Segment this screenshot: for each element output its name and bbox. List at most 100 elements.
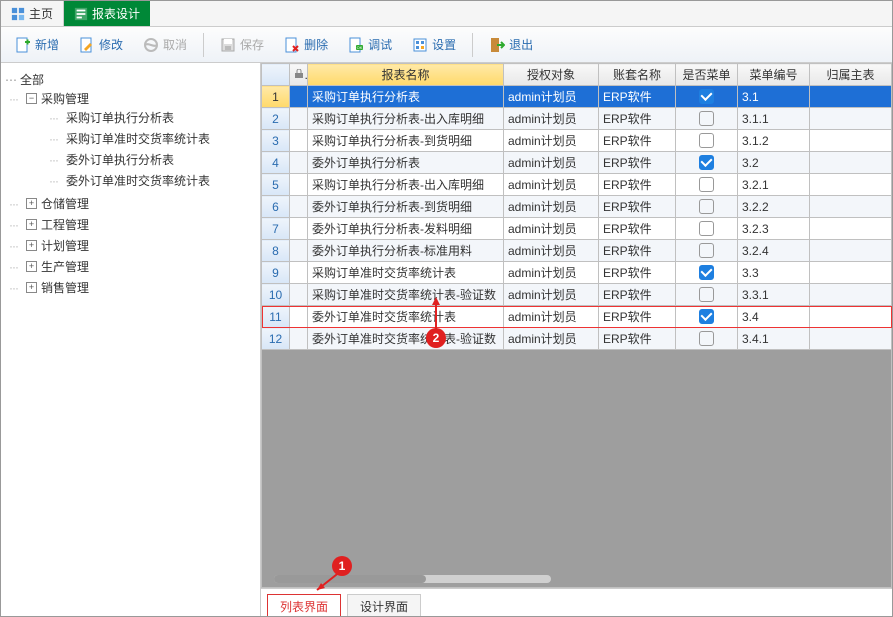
table-row[interactable]: 2采购订单执行分析表-出入库明细admin计划员ERP软件3.1.1 xyxy=(262,108,892,130)
cell-parent xyxy=(810,284,892,306)
cell-is-menu[interactable] xyxy=(676,174,738,196)
cell-parent xyxy=(810,240,892,262)
col-lock[interactable] xyxy=(290,64,308,86)
tree-leaf[interactable]: 采购订单准时交货率统计表 xyxy=(49,130,256,147)
row-number: 6 xyxy=(262,196,290,218)
col-is-menu[interactable]: 是否菜单 xyxy=(676,64,738,86)
checkbox-icon[interactable] xyxy=(699,177,714,192)
col-account[interactable]: 账套名称 xyxy=(599,64,676,86)
table-row[interactable]: 1采购订单执行分析表admin计划员ERP软件3.1 xyxy=(262,86,892,108)
table-row[interactable]: 8委外订单执行分析表-标准用料admin计划员ERP软件3.2.4 xyxy=(262,240,892,262)
expand-icon[interactable]: + xyxy=(26,198,37,209)
col-menu-code[interactable]: 菜单编号 xyxy=(738,64,810,86)
tree-root[interactable]: ⋯ 全部 xyxy=(5,71,256,88)
tree-node[interactable]: +计划管理 xyxy=(9,237,256,254)
tree-node[interactable]: + 仓储管理 xyxy=(9,195,256,212)
tree-leaf[interactable]: 采购订单执行分析表 xyxy=(49,109,256,126)
cell-name[interactable]: 委外订单执行分析表-发料明细 xyxy=(308,218,504,240)
cell-name[interactable]: 采购订单执行分析表-出入库明细 xyxy=(308,174,504,196)
cell-code: 3.4 xyxy=(738,306,810,328)
col-auth[interactable]: 授权对象 xyxy=(504,64,599,86)
cell-is-menu[interactable] xyxy=(676,86,738,108)
settings-button[interactable]: 设置 xyxy=(404,32,464,57)
checkbox-icon[interactable] xyxy=(699,331,714,346)
tree-leaf[interactable]: 委外订单准时交货率统计表 xyxy=(49,172,256,189)
row-number: 7 xyxy=(262,218,290,240)
cell-parent xyxy=(810,306,892,328)
cell-name[interactable]: 采购订单准时交货率统计表 xyxy=(308,262,504,284)
cell-is-menu[interactable] xyxy=(676,130,738,152)
table-row[interactable]: 10采购订单准时交货率统计表-验证数admin计划员ERP软件3.3.1 xyxy=(262,284,892,306)
tree-leaf[interactable]: 委外订单执行分析表 xyxy=(49,151,256,168)
cell-is-menu[interactable] xyxy=(676,262,738,284)
tab-list-view[interactable]: 列表界面 xyxy=(267,594,341,617)
tab-home[interactable]: 主页 xyxy=(1,1,64,26)
cell-acct: ERP软件 xyxy=(599,262,676,284)
cell-code: 3.4.1 xyxy=(738,328,810,350)
tree-node-procurement[interactable]: − 采购管理 xyxy=(9,90,256,107)
row-lock-cell xyxy=(290,218,308,240)
cell-name[interactable]: 采购订单执行分析表-到货明细 xyxy=(308,130,504,152)
checkbox-icon[interactable] xyxy=(699,155,714,170)
expand-icon[interactable]: + xyxy=(26,282,37,293)
col-report-name[interactable]: 报表名称 xyxy=(308,64,504,86)
debug-button[interactable]: OK 调试 xyxy=(340,32,400,57)
cell-is-menu[interactable] xyxy=(676,306,738,328)
checkbox-icon[interactable] xyxy=(699,287,714,302)
tree-label: 仓储管理 xyxy=(41,195,89,212)
home-icon xyxy=(11,7,25,21)
delete-button[interactable]: 删除 xyxy=(276,32,336,57)
cell-is-menu[interactable] xyxy=(676,240,738,262)
cell-is-menu[interactable] xyxy=(676,328,738,350)
cell-is-menu[interactable] xyxy=(676,284,738,306)
table-row[interactable]: 5采购订单执行分析表-出入库明细admin计划员ERP软件3.2.1 xyxy=(262,174,892,196)
expand-icon[interactable]: + xyxy=(26,219,37,230)
expand-icon[interactable]: + xyxy=(26,261,37,272)
table-row[interactable]: 6委外订单执行分析表-到货明细admin计划员ERP软件3.2.2 xyxy=(262,196,892,218)
cell-is-menu[interactable] xyxy=(676,108,738,130)
report-grid[interactable]: 报表名称 授权对象 账套名称 是否菜单 菜单编号 归属主表 1采购订单执行分析表… xyxy=(261,63,892,350)
edit-button[interactable]: 修改 xyxy=(71,32,131,57)
col-rownum[interactable] xyxy=(262,64,290,86)
cell-is-menu[interactable] xyxy=(676,196,738,218)
checkbox-icon[interactable] xyxy=(699,265,714,280)
row-lock-cell xyxy=(290,284,308,306)
checkbox-icon[interactable] xyxy=(699,309,714,324)
tree-node[interactable]: +工程管理 xyxy=(9,216,256,233)
checkbox-icon[interactable] xyxy=(699,221,714,236)
col-parent[interactable]: 归属主表 xyxy=(810,64,892,86)
checkbox-icon[interactable] xyxy=(699,243,714,258)
checkbox-icon[interactable] xyxy=(699,111,714,126)
table-row[interactable]: 9采购订单准时交货率统计表admin计划员ERP软件3.3 xyxy=(262,262,892,284)
table-row[interactable]: 12委外订单准时交货率统计表-验证数admin计划员ERP软件3.4.1 xyxy=(262,328,892,350)
collapse-icon[interactable]: − xyxy=(26,93,37,104)
cell-name[interactable]: 采购订单执行分析表 xyxy=(308,86,504,108)
table-row[interactable]: 7委外订单执行分析表-发料明细admin计划员ERP软件3.2.3 xyxy=(262,218,892,240)
cell-name[interactable]: 采购订单执行分析表-出入库明细 xyxy=(308,108,504,130)
toolbar: 新增 修改 取消 保存 删除 OK 调试 设置 退出 xyxy=(1,27,892,63)
cell-name[interactable]: 委外订单执行分析表-到货明细 xyxy=(308,196,504,218)
cell-name[interactable]: 委外订单执行分析表 xyxy=(308,152,504,174)
exit-button[interactable]: 退出 xyxy=(481,32,541,57)
cell-name[interactable]: 委外订单执行分析表-标准用料 xyxy=(308,240,504,262)
cell-name[interactable]: 委外订单准时交货率统计表 xyxy=(308,306,504,328)
cell-name[interactable]: 委外订单准时交货率统计表-验证数 xyxy=(308,328,504,350)
tree-node[interactable]: +生产管理 xyxy=(9,258,256,275)
new-button[interactable]: 新增 xyxy=(7,32,67,57)
cell-is-menu[interactable] xyxy=(676,152,738,174)
checkbox-icon[interactable] xyxy=(699,89,714,104)
tab-design-view[interactable]: 设计界面 xyxy=(347,594,421,617)
cell-is-menu[interactable] xyxy=(676,218,738,240)
cell-parent xyxy=(810,108,892,130)
cell-name[interactable]: 采购订单准时交货率统计表-验证数 xyxy=(308,284,504,306)
bottom-tabs: 列表界面 设计界面 xyxy=(261,588,892,616)
tab-report-design[interactable]: 报表设计 xyxy=(64,1,150,26)
row-lock-cell xyxy=(290,306,308,328)
tree-node[interactable]: +销售管理 xyxy=(9,279,256,296)
table-row[interactable]: 4委外订单执行分析表admin计划员ERP软件3.2 xyxy=(262,152,892,174)
expand-icon[interactable]: + xyxy=(26,240,37,251)
checkbox-icon[interactable] xyxy=(699,199,714,214)
checkbox-icon[interactable] xyxy=(699,133,714,148)
table-row[interactable]: 3采购订单执行分析表-到货明细admin计划员ERP软件3.1.2 xyxy=(262,130,892,152)
table-row[interactable]: 11委外订单准时交货率统计表admin计划员ERP软件3.4 xyxy=(262,306,892,328)
